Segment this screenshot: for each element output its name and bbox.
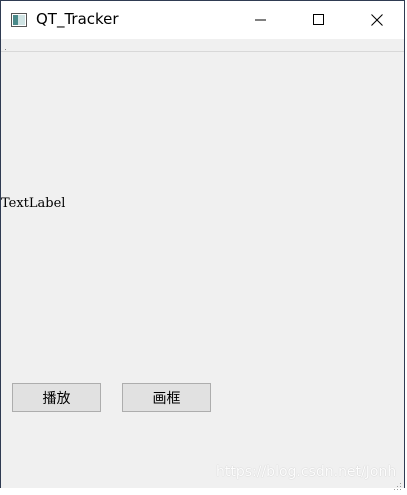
app-window: QT_Tracker TextLabel 播放 画框 https://blog.…	[0, 0, 405, 490]
minimize-button[interactable]	[238, 1, 284, 39]
toolbar-grip-icon[interactable]	[4, 41, 7, 56]
central-widget: TextLabel 播放 画框 https://blog.csdn.net/Jo…	[1, 52, 404, 490]
play-button[interactable]: 播放	[12, 383, 101, 412]
window-title: QT_Tracker	[36, 10, 119, 28]
watermark: https://blog.csdn.net/Jonh	[216, 464, 397, 480]
minimize-icon	[255, 11, 267, 30]
text-label: TextLabel	[1, 196, 66, 211]
close-button[interactable]	[354, 1, 400, 39]
maximize-icon	[313, 11, 325, 30]
size-grip-icon[interactable]	[392, 476, 402, 490]
maximize-button[interactable]	[296, 1, 342, 39]
draw-box-button[interactable]: 画框	[122, 383, 211, 412]
toolbar	[1, 39, 404, 56]
close-icon	[371, 11, 383, 30]
app-icon	[11, 12, 27, 27]
title-bar[interactable]: QT_Tracker	[1, 1, 404, 39]
